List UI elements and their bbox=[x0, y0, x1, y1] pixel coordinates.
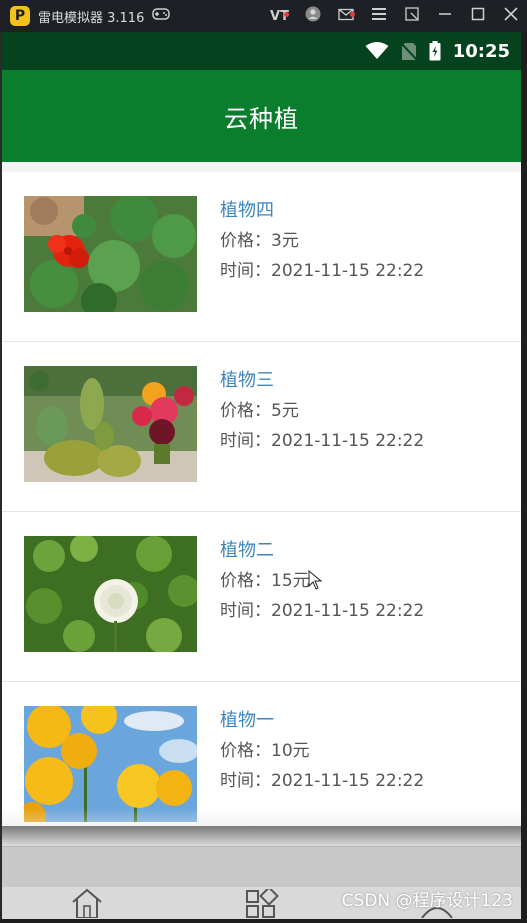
plant-price: 价格：3元 bbox=[220, 231, 299, 251]
close-icon[interactable] bbox=[494, 7, 527, 25]
vt-icon[interactable]: VT bbox=[263, 8, 296, 24]
plant-name[interactable]: 植物一 bbox=[220, 706, 424, 736]
gamepad-icon[interactable] bbox=[152, 7, 171, 25]
plant-name[interactable]: 植物三 bbox=[220, 366, 424, 396]
window-edge-right bbox=[521, 32, 527, 918]
plant-time: 时间：2021-11-15 22:22 bbox=[220, 601, 425, 621]
plant-info: 植物三 价格：5元 时间：2021-11-15 22:22 bbox=[220, 366, 424, 456]
android-status-bar: 10:25 bbox=[2, 32, 521, 70]
emulator-title: 雷电模拟器 3.116 bbox=[38, 10, 145, 26]
plant-time: 时间：2021-11-15 22:22 bbox=[220, 771, 425, 791]
list-item[interactable]: 植物四 价格：3元 时间：2021-11-15 22:22 bbox=[2, 172, 521, 342]
plant-info: 植物二 价格：15元 时间：2021-11-15 22:22 bbox=[220, 536, 424, 626]
account-icon[interactable] bbox=[296, 6, 329, 26]
maximize-icon[interactable] bbox=[461, 7, 494, 25]
plant-price: 价格：10元 bbox=[220, 741, 310, 761]
mail-icon[interactable] bbox=[329, 8, 362, 25]
list-top-gap bbox=[2, 162, 521, 172]
list-item[interactable]: 植物二 价格：15元 时间：2021-11-15 22:22 bbox=[2, 512, 521, 682]
mouse-cursor-icon bbox=[308, 569, 323, 594]
no-sim-icon bbox=[400, 41, 417, 61]
minimize-icon[interactable] bbox=[428, 7, 461, 25]
plant-info: 植物一 价格：10元 时间：2021-11-15 22:22 bbox=[220, 706, 424, 796]
status-time: 10:25 bbox=[452, 40, 510, 62]
plant-time: 时间：2021-11-15 22:22 bbox=[220, 261, 425, 281]
plant-image bbox=[24, 366, 197, 482]
plant-price: 价格：5元 bbox=[220, 401, 299, 421]
list-fade bbox=[2, 808, 521, 848]
wifi-icon bbox=[365, 42, 389, 60]
battery-icon bbox=[429, 41, 441, 61]
plant-info: 植物四 价格：3元 时间：2021-11-15 22:22 bbox=[220, 196, 424, 286]
plant-image bbox=[24, 536, 197, 652]
plant-name[interactable]: 植物二 bbox=[220, 536, 424, 566]
emulator-logo-icon: P bbox=[10, 6, 30, 26]
list-item[interactable]: 植物三 价格：5元 时间：2021-11-15 22:22 bbox=[2, 342, 521, 512]
home-icon[interactable] bbox=[70, 888, 104, 922]
app-header: 云种植 bbox=[2, 70, 521, 162]
csdn-watermark: CSDN @程序设计123 bbox=[341, 891, 513, 911]
plant-image bbox=[24, 706, 197, 822]
screen-icon[interactable] bbox=[395, 7, 428, 25]
emulator-titlebar: P 雷电模拟器 3.116 VT bbox=[0, 0, 527, 32]
list-item[interactable]: 植物一 价格：10元 时间：2021-11-15 22:22 bbox=[2, 682, 521, 826]
plant-list[interactable]: 植物四 价格：3元 时间：2021-11-15 22:22 植物三 价格：5元 … bbox=[2, 162, 521, 826]
page-title: 云种植 bbox=[224, 104, 299, 133]
plant-name[interactable]: 植物四 bbox=[220, 196, 424, 226]
plant-image bbox=[24, 196, 197, 312]
plant-time: 时间：2021-11-15 22:22 bbox=[220, 431, 425, 451]
plant-price: 价格：15元 bbox=[220, 571, 310, 591]
menu-icon[interactable] bbox=[362, 8, 395, 24]
